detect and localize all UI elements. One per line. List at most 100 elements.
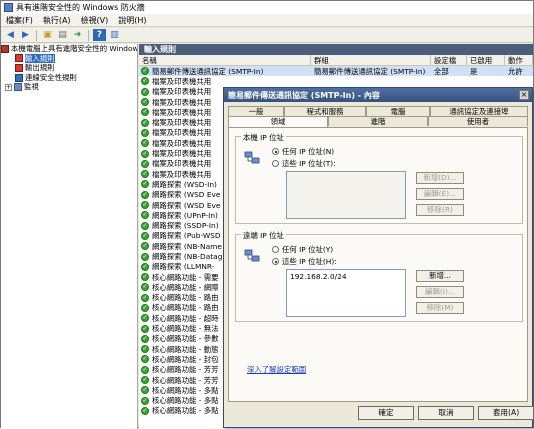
monitoring-icon: [14, 83, 22, 92]
properties-icon[interactable]: ▤: [56, 29, 69, 41]
title-bar: 具有進階安全性的 Windows 防火牆: [1, 1, 533, 14]
rule-enabled-check-icon: ✓: [141, 221, 149, 230]
rule-action: 允許: [508, 66, 523, 76]
column-header-enabled[interactable]: 已啟用: [467, 55, 505, 65]
remote-ip-list[interactable]: 192.168.2.0/24: [286, 269, 406, 317]
remote-these-ip-radio[interactable]: 這些 IP 位址(H):: [272, 256, 337, 267]
rule-enabled-check-icon: ✓: [141, 406, 149, 415]
remote-any-ip-radio[interactable]: 任何 IP 位址(Y): [272, 244, 333, 255]
tab-protocols-ports[interactable]: 通訊協定及連接埠: [430, 106, 528, 116]
local-any-ip-radio[interactable]: 任何 IP 位址(N): [272, 146, 334, 157]
tab-computers[interactable]: 電腦: [366, 106, 430, 116]
column-header-name[interactable]: 名稱: [139, 55, 311, 65]
menu-view[interactable]: 檢視(V): [76, 15, 114, 26]
tab-programs-services[interactable]: 程式和服務: [284, 106, 366, 116]
remote-add-button[interactable]: 新增...: [416, 270, 464, 282]
rule-enabled-check-icon: ✓: [141, 262, 149, 271]
forward-arrow-icon[interactable]: ▶: [19, 29, 32, 41]
rule-enabled-check-icon: ✓: [141, 118, 149, 127]
rule-enabled-check-icon: ✓: [141, 303, 149, 312]
column-header-action[interactable]: 動作: [505, 55, 533, 65]
dialog-title: 簡易郵件傳送通訊協定 (SMTP-In) - 內容: [228, 90, 380, 100]
menu-action[interactable]: 執行(A): [38, 15, 76, 26]
network-computers-icon: [244, 249, 260, 262]
rule-enabled-check-icon: ✓: [141, 345, 149, 354]
menu-help[interactable]: 說明(H): [113, 15, 151, 26]
tab-users[interactable]: 使用者: [428, 116, 528, 126]
rule-enabled-check-icon: ✓: [141, 324, 149, 333]
expand-icon[interactable]: +: [5, 83, 12, 91]
menu-file[interactable]: 檔案(F): [1, 15, 38, 26]
apply-button[interactable]: 套用(A): [478, 406, 534, 420]
local-add-button[interactable]: 新增(D)...: [416, 172, 464, 184]
rule-enabled-check-icon: ✓: [141, 139, 149, 148]
tree-item-connection-security-rules[interactable]: 連線安全性規則: [1, 73, 137, 83]
rule-enabled-check-icon: ✓: [141, 87, 149, 96]
rule-enabled-check-icon: ✓: [141, 365, 149, 374]
local-these-ip-radio[interactable]: 這些 IP 位址(T):: [272, 158, 336, 169]
column-headers: 名稱 群組 設定檔 已啟用 動作: [139, 55, 533, 66]
remote-edit-button[interactable]: 編輯(I)...: [416, 286, 464, 298]
radio-label: 這些 IP 位址(T):: [282, 159, 336, 168]
tree-root-label: 本機電腦上具有進階安全性的 Windows 防火牆: [11, 44, 138, 53]
tree-item-label: 輸出規則: [25, 63, 55, 73]
back-arrow-icon[interactable]: ◀: [4, 29, 17, 41]
rule-enabled-check-icon: ✓: [141, 149, 149, 158]
local-ip-list[interactable]: [286, 171, 406, 219]
rule-enabled-check-icon: ✓: [141, 108, 149, 117]
inbound-rules-icon: [15, 54, 23, 63]
close-icon[interactable]: ×: [519, 90, 529, 100]
export-icon[interactable]: ➜: [71, 29, 84, 41]
pane-header: 輸入規則: [139, 44, 533, 55]
help-icon[interactable]: ?: [93, 29, 106, 41]
rule-enabled-check-icon: ✓: [141, 242, 149, 251]
window-title: 具有進階安全性的 Windows 防火牆: [16, 3, 145, 12]
tab-advanced[interactable]: 進階: [328, 116, 428, 126]
rule-enabled-check-icon: ✓: [141, 201, 149, 210]
local-remove-button[interactable]: 移除(R): [416, 204, 464, 216]
table-row[interactable]: ✓ 檔案及印表機共用: [139, 76, 533, 86]
remote-ip-entry[interactable]: 192.168.2.0/24: [287, 270, 405, 283]
rule-enabled-check-icon: ✓: [141, 77, 149, 86]
radio-label: 任何 IP 位址(N): [282, 147, 335, 156]
tab-general[interactable]: 一般: [228, 106, 284, 116]
rule-enabled-check-icon: ✓: [141, 283, 149, 292]
rule-enabled: 是: [470, 66, 478, 76]
rule-enabled-check-icon: ✓: [141, 159, 149, 168]
rule-properties-dialog: 簡易郵件傳送通訊協定 (SMTP-In) - 內容 × 一般 程式和服務 電腦 …: [223, 87, 534, 428]
local-edit-button[interactable]: 編輯(E)...: [416, 188, 464, 200]
cancel-button[interactable]: 取消: [418, 406, 474, 420]
local-ip-group-title: 本機 IP 位址: [241, 132, 286, 143]
outbound-rules-icon: [15, 63, 23, 72]
panel-icon[interactable]: ▥: [108, 29, 121, 41]
rule-enabled-check-icon: ✓: [141, 128, 149, 137]
rule-name: 核心網路功能 - 多點: [152, 406, 219, 416]
remote-ip-group-title: 遠端 IP 位址: [241, 230, 286, 241]
column-header-profile[interactable]: 設定檔: [431, 55, 467, 65]
tree-root[interactable]: 本機電腦上具有進階安全性的 Windows 防火牆: [1, 44, 137, 54]
rule-enabled-check-icon: ✓: [141, 273, 149, 282]
tree-item-inbound-rules[interactable]: 輸入規則: [1, 53, 137, 64]
remote-remove-button[interactable]: 移除(M): [416, 302, 464, 314]
folder-up-icon[interactable]: ▣: [41, 29, 54, 41]
radio-dot: [272, 246, 279, 253]
learn-more-scope-link[interactable]: 深入了解設定範圍: [247, 364, 306, 375]
rule-enabled-check-icon: ✓: [141, 293, 149, 302]
tree-item-monitoring[interactable]: + 監視: [1, 82, 137, 92]
menu-bar: 檔案(F) 執行(A) 檢視(V) 說明(H): [1, 14, 533, 27]
column-header-group[interactable]: 群組: [311, 55, 431, 65]
network-computers-icon: [244, 151, 260, 164]
rule-group: 簡易郵件傳送通訊協定 (SMTP-In): [314, 66, 426, 76]
table-row[interactable]: ✓ 簡易郵件傳送通訊協定 (SMTP-In) 簡易郵件傳送通訊協定 (SMTP-In…: [139, 66, 533, 77]
rule-enabled-check-icon: ✓: [141, 190, 149, 199]
tree-item-outbound-rules[interactable]: 輸出規則: [1, 63, 137, 73]
rule-enabled-check-icon: ✓: [141, 170, 149, 179]
tree-item-label: 連線安全性規則: [25, 72, 77, 82]
navigation-tree: 本機電腦上具有進階安全性的 Windows 防火牆 輸入規則 輸出規則 連線安全…: [1, 44, 138, 429]
rule-enabled-check-icon: ✓: [141, 314, 149, 323]
tab-scope[interactable]: 領域: [228, 116, 328, 127]
ok-button[interactable]: 確定: [358, 406, 414, 420]
rule-enabled-check-icon: ✓: [141, 396, 149, 405]
radio-dot: [272, 258, 279, 265]
connection-security-icon: [15, 73, 23, 82]
